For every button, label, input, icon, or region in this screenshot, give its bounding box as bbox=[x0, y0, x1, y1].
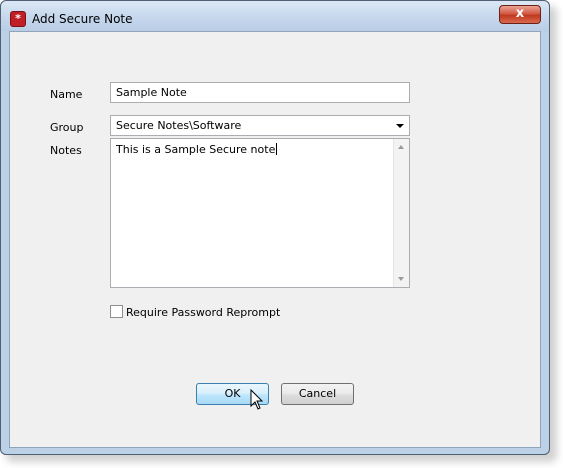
notes-text: This is a Sample Secure note bbox=[116, 143, 276, 156]
group-select-value: Secure Notes\Software bbox=[116, 119, 242, 132]
dialog-body: Name Sample Note Group Secure Notes\Soft… bbox=[9, 31, 541, 448]
notes-content: This is a Sample Secure note bbox=[116, 143, 278, 156]
arrow-up-icon[interactable] bbox=[398, 145, 404, 149]
chevron-down-icon[interactable] bbox=[396, 124, 404, 128]
close-icon: x bbox=[515, 6, 525, 21]
dialog-window: * Add Secure Note x Name Sample Note Gro… bbox=[0, 0, 550, 455]
close-button[interactable]: x bbox=[499, 5, 541, 24]
reprompt-checkbox[interactable] bbox=[110, 305, 123, 318]
cancel-button[interactable]: Cancel bbox=[281, 383, 354, 405]
text-caret bbox=[276, 143, 278, 155]
reprompt-label[interactable]: Require Password Reprompt bbox=[126, 306, 280, 319]
notes-scrollbar[interactable] bbox=[393, 139, 409, 287]
notes-textarea[interactable]: This is a Sample Secure note bbox=[110, 138, 410, 288]
asterisk-icon: * bbox=[10, 11, 26, 27]
arrow-down-icon[interactable] bbox=[398, 277, 404, 281]
name-input-value: Sample Note bbox=[116, 86, 187, 99]
title-bar[interactable]: * Add Secure Note x bbox=[1, 1, 549, 31]
name-input[interactable]: Sample Note bbox=[110, 82, 410, 103]
name-label: Name bbox=[50, 88, 83, 101]
dialog-title: Add Secure Note bbox=[32, 12, 133, 26]
group-select[interactable]: Secure Notes\Software bbox=[110, 115, 410, 136]
notes-label: Notes bbox=[50, 144, 82, 157]
mouse-pointer-icon bbox=[250, 389, 264, 410]
group-label: Group bbox=[50, 121, 84, 134]
